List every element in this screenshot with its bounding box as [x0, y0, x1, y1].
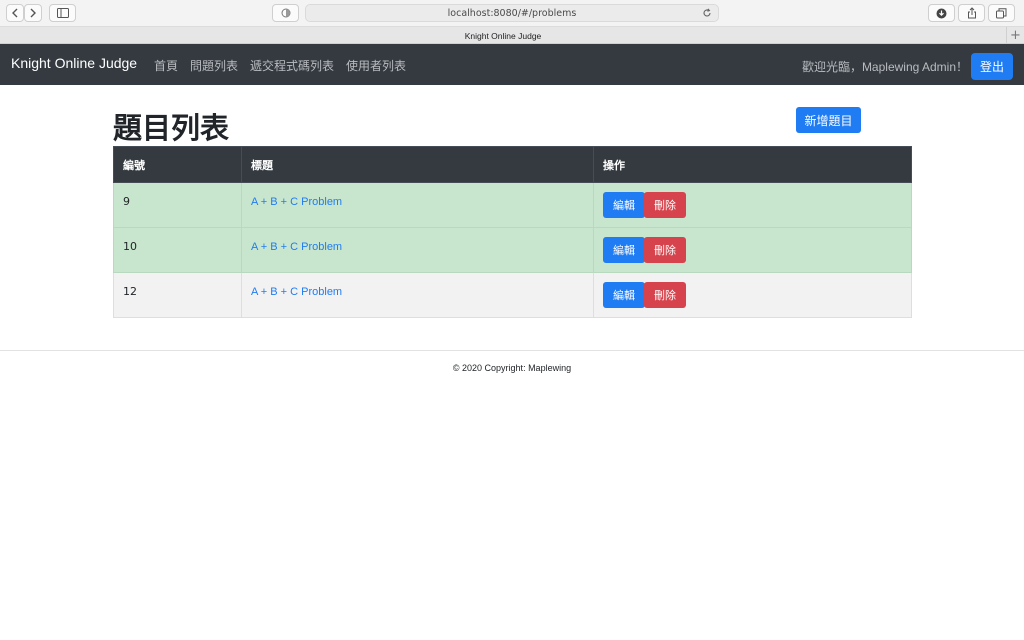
actions-cell: 編輯 刪除 — [593, 182, 912, 228]
tabs-overview-button[interactable] — [988, 4, 1015, 22]
plus-icon: + — [1010, 28, 1021, 43]
table-row: 9 A + B + C Problem 編輯 刪除 — [113, 182, 912, 228]
forward-button[interactable] — [24, 4, 42, 22]
url-bar[interactable]: localhost:8080/#/problems — [305, 4, 719, 22]
url-text: localhost:8080/#/problems — [447, 7, 577, 19]
nav-link-submissions[interactable]: 遞交程式碼列表 — [250, 57, 334, 74]
logout-button[interactable]: 登出 — [971, 53, 1013, 80]
problem-title-cell: A + B + C Problem — [241, 227, 594, 273]
navbar: Knight Online Judge 首頁 問題列表 遞交程式碼列表 使用者列… — [0, 44, 1024, 85]
edit-button[interactable]: 編輯 — [603, 237, 645, 263]
problem-title-link[interactable]: A + B + C Problem — [251, 196, 342, 208]
reload-icon[interactable] — [702, 8, 712, 18]
downloads-button[interactable] — [928, 4, 955, 22]
share-button[interactable] — [958, 4, 985, 22]
problem-title-cell: A + B + C Problem — [241, 272, 594, 318]
delete-button[interactable]: 刪除 — [644, 237, 686, 263]
actions-cell: 編輯 刪除 — [593, 227, 912, 273]
problem-title-link[interactable]: A + B + C Problem — [251, 241, 342, 253]
sidebar-toggle-button[interactable] — [49, 4, 76, 22]
nav-link-home[interactable]: 首頁 — [154, 57, 178, 74]
nav-links: 首頁 問題列表 遞交程式碼列表 使用者列表 — [154, 57, 406, 74]
footer-divider — [0, 350, 1024, 351]
active-tab[interactable]: Knight Online Judge — [0, 27, 1006, 44]
delete-button[interactable]: 刪除 — [644, 282, 686, 308]
table-row: 12 A + B + C Problem 編輯 刪除 — [113, 272, 912, 318]
table-header-row: 編號 標題 操作 — [113, 146, 912, 183]
delete-button[interactable]: 刪除 — [644, 192, 686, 218]
problem-id: 9 — [113, 182, 242, 228]
chevron-left-icon — [12, 8, 18, 18]
edit-button[interactable]: 編輯 — [603, 192, 645, 218]
table-row: 10 A + B + C Problem 編輯 刪除 — [113, 227, 912, 273]
download-icon — [936, 8, 947, 18]
new-tab-button[interactable]: + — [1006, 27, 1024, 44]
chevron-right-icon — [30, 8, 36, 18]
problem-id: 10 — [113, 227, 242, 273]
header-actions: 操作 — [593, 146, 912, 183]
privacy-shield-button[interactable] — [272, 4, 299, 22]
problem-id: 12 — [113, 272, 242, 318]
nav-link-problems[interactable]: 問題列表 — [190, 57, 238, 74]
shield-icon — [281, 8, 290, 18]
tab-title-text: Knight Online Judge — [464, 30, 542, 41]
tab-bar: Knight Online Judge + — [0, 27, 1024, 44]
header-title: 標題 — [241, 146, 594, 183]
tabs-icon — [996, 7, 1007, 18]
sidebar-icon — [56, 8, 69, 18]
actions-cell: 編輯 刪除 — [593, 272, 912, 318]
problems-table: 編號 標題 操作 9 A + B + C Problem 編輯 刪除 10 A +… — [113, 146, 912, 318]
footer-copyright: © 2020 Copyright: Maplewing — [452, 363, 572, 373]
add-problem-button[interactable]: 新增題目 — [796, 107, 861, 133]
problem-title-cell: A + B + C Problem — [241, 182, 594, 228]
edit-button[interactable]: 編輯 — [603, 282, 645, 308]
header-id: 編號 — [113, 146, 242, 183]
nav-link-users[interactable]: 使用者列表 — [346, 57, 406, 74]
browser-toolbar: localhost:8080/#/problems — [0, 0, 1024, 27]
page-title: 題目列表 — [113, 111, 230, 145]
share-icon — [967, 7, 976, 19]
problem-title-link[interactable]: A + B + C Problem — [251, 286, 342, 298]
navbar-brand[interactable]: Knight Online Judge — [11, 55, 137, 71]
back-button[interactable] — [6, 4, 24, 22]
welcome-text: 歡迎光臨，Maplewing Admin！ — [801, 60, 968, 74]
